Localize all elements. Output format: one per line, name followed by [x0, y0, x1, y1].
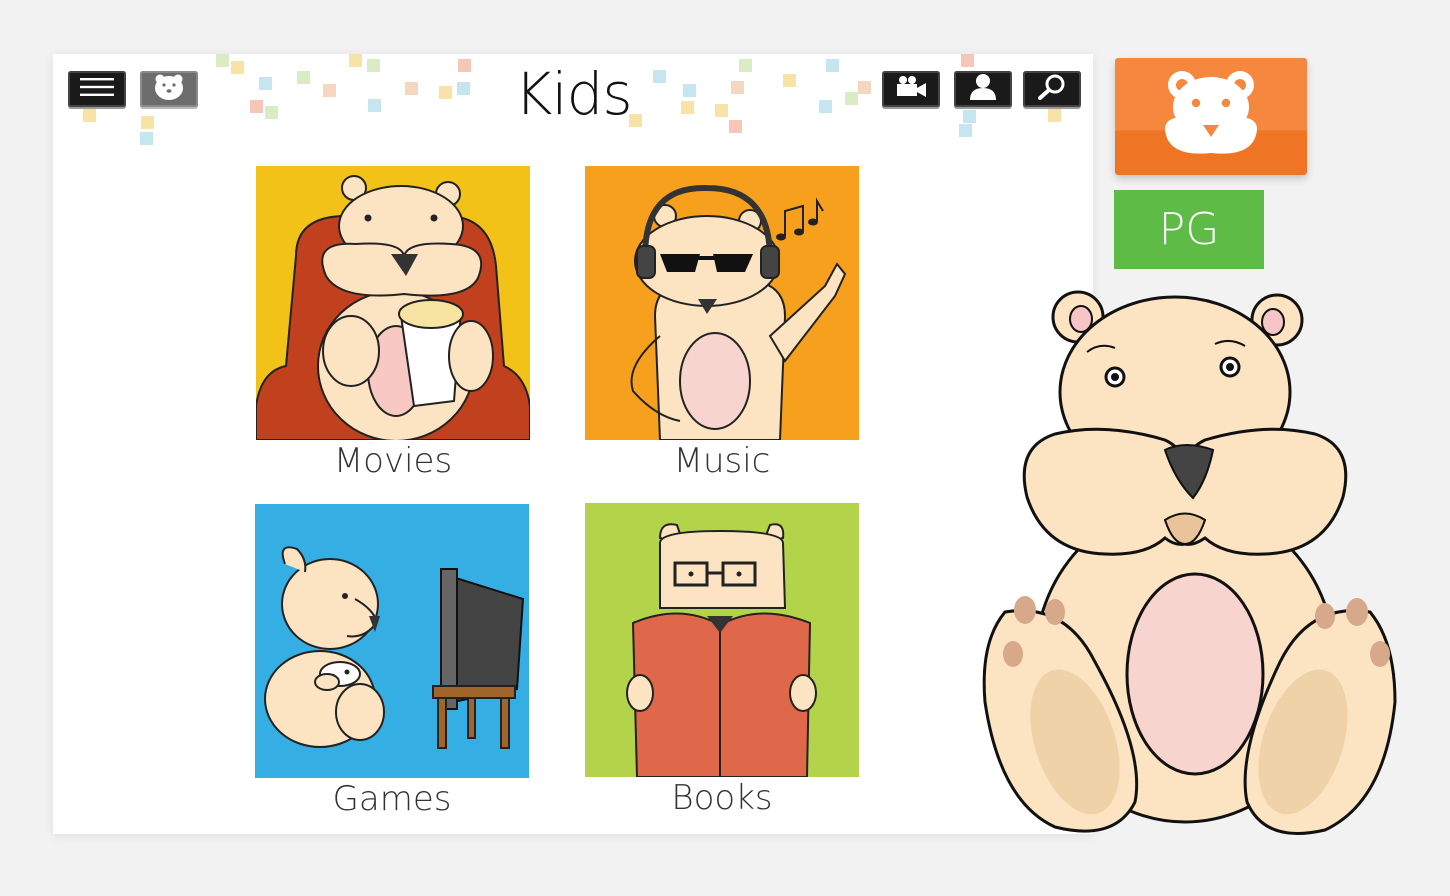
music-bear-illustration: [585, 166, 859, 440]
search-icon: [1037, 74, 1067, 104]
rating-badge: PG: [1114, 190, 1264, 269]
mascot-bear-illustration: [982, 290, 1397, 835]
video-camera-icon: [894, 75, 928, 103]
books-bear-illustration: [585, 503, 859, 777]
search-button[interactable]: [1023, 71, 1081, 107]
tile-games[interactable]: Games: [255, 504, 529, 820]
games-bear-illustration: [255, 504, 529, 778]
tile-books[interactable]: Books: [585, 503, 859, 819]
tile-movies[interactable]: Movies: [256, 166, 530, 482]
account-button[interactable]: [954, 71, 1012, 107]
videos-button[interactable]: [882, 71, 940, 107]
tile-label: Books: [671, 778, 773, 818]
app-logo-badge[interactable]: [1115, 58, 1307, 175]
tile-label: Games: [332, 779, 452, 819]
bear-face-icon: [1160, 67, 1262, 167]
tile-label: Movies: [333, 441, 453, 481]
tile-label: Music: [673, 441, 771, 481]
kids-panel: Kids Movies Music Games Books: [53, 54, 1093, 834]
tile-music[interactable]: Music: [585, 166, 859, 482]
movies-bear-illustration: [256, 166, 530, 440]
user-icon: [968, 73, 998, 105]
